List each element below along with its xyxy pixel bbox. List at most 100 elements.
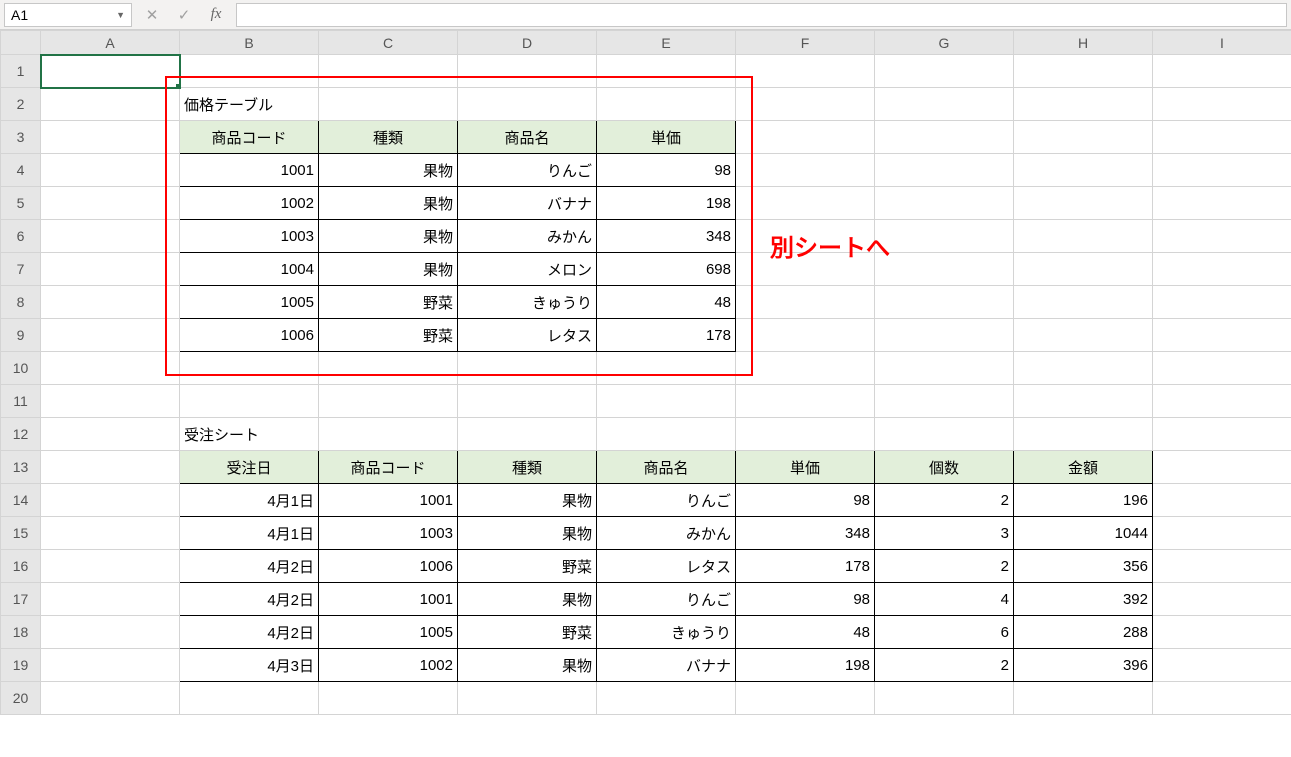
cell[interactable] <box>41 187 180 220</box>
column-header[interactable]: F <box>736 31 875 55</box>
cell[interactable]: 1006 <box>180 319 319 352</box>
cell[interactable]: 1003 <box>180 220 319 253</box>
cell[interactable] <box>458 682 597 715</box>
cell[interactable]: 348 <box>597 220 736 253</box>
cell[interactable]: 1001 <box>319 484 458 517</box>
row-header[interactable]: 17 <box>1 583 41 616</box>
cell[interactable] <box>458 55 597 88</box>
column-header[interactable]: G <box>875 31 1014 55</box>
cell[interactable] <box>736 385 875 418</box>
cell[interactable]: 果物 <box>458 484 597 517</box>
cell[interactable] <box>1014 682 1153 715</box>
cell[interactable] <box>597 55 736 88</box>
cell[interactable] <box>319 385 458 418</box>
cell[interactable] <box>1153 649 1291 682</box>
table1-header[interactable]: 商品コード <box>180 121 319 154</box>
cell[interactable]: 98 <box>736 484 875 517</box>
cell[interactable] <box>736 286 875 319</box>
cell[interactable]: 1004 <box>180 253 319 286</box>
cell[interactable]: レタス <box>458 319 597 352</box>
cell[interactable]: みかん <box>458 220 597 253</box>
cell[interactable] <box>597 385 736 418</box>
cell[interactable]: 98 <box>736 583 875 616</box>
cell[interactable] <box>41 385 180 418</box>
cell[interactable]: 2 <box>875 649 1014 682</box>
cell[interactable]: 1005 <box>319 616 458 649</box>
cell[interactable]: バナナ <box>458 187 597 220</box>
cell[interactable]: 1044 <box>1014 517 1153 550</box>
cell[interactable] <box>1153 286 1291 319</box>
cell[interactable] <box>41 319 180 352</box>
cell[interactable] <box>875 187 1014 220</box>
cell[interactable]: 392 <box>1014 583 1153 616</box>
cell[interactable] <box>1153 352 1291 385</box>
cell[interactable] <box>1014 286 1153 319</box>
cell[interactable]: 果物 <box>458 583 597 616</box>
cell[interactable] <box>41 286 180 319</box>
table2-title[interactable]: 受注シート <box>180 418 319 451</box>
row-header[interactable]: 1 <box>1 55 41 88</box>
cell[interactable]: 178 <box>597 319 736 352</box>
cell[interactable] <box>319 88 458 121</box>
cell[interactable] <box>41 121 180 154</box>
cell[interactable] <box>41 682 180 715</box>
cell[interactable]: 野菜 <box>319 319 458 352</box>
cell[interactable]: 野菜 <box>458 616 597 649</box>
cell[interactable] <box>736 319 875 352</box>
cell[interactable]: 198 <box>736 649 875 682</box>
cell[interactable]: 3 <box>875 517 1014 550</box>
row-header[interactable]: 6 <box>1 220 41 253</box>
cell[interactable] <box>41 550 180 583</box>
cell[interactable]: りんご <box>458 154 597 187</box>
cell[interactable]: 果物 <box>319 154 458 187</box>
cell[interactable]: 356 <box>1014 550 1153 583</box>
row-header[interactable]: 10 <box>1 352 41 385</box>
row-header[interactable]: 2 <box>1 88 41 121</box>
cell[interactable] <box>1014 187 1153 220</box>
cell[interactable] <box>41 253 180 286</box>
cell[interactable] <box>1014 352 1153 385</box>
table1-header[interactable]: 種類 <box>319 121 458 154</box>
table1-title[interactable]: 価格テーブル <box>180 88 319 121</box>
cell[interactable] <box>41 418 180 451</box>
cell[interactable] <box>1153 451 1291 484</box>
column-header[interactable]: C <box>319 31 458 55</box>
column-header[interactable]: H <box>1014 31 1153 55</box>
cell[interactable]: 4月1日 <box>180 484 319 517</box>
name-box-dropdown-icon[interactable]: ▼ <box>116 10 125 20</box>
cell[interactable] <box>597 418 736 451</box>
table1-header[interactable]: 商品名 <box>458 121 597 154</box>
cell[interactable]: 198 <box>597 187 736 220</box>
cell[interactable] <box>736 418 875 451</box>
cell[interactable] <box>458 385 597 418</box>
cell[interactable] <box>1014 385 1153 418</box>
table1-header[interactable]: 単価 <box>597 121 736 154</box>
cell[interactable] <box>736 154 875 187</box>
row-header[interactable]: 16 <box>1 550 41 583</box>
cell[interactable] <box>319 55 458 88</box>
cell[interactable] <box>1153 121 1291 154</box>
cell[interactable]: 野菜 <box>458 550 597 583</box>
cell[interactable]: りんご <box>597 583 736 616</box>
cell[interactable]: バナナ <box>597 649 736 682</box>
cell[interactable] <box>319 682 458 715</box>
cell[interactable] <box>875 319 1014 352</box>
cell[interactable] <box>1014 121 1153 154</box>
row-header[interactable]: 15 <box>1 517 41 550</box>
name-box[interactable]: A1 ▼ <box>4 3 132 27</box>
cell[interactable]: りんご <box>597 484 736 517</box>
cell[interactable]: 1002 <box>319 649 458 682</box>
cell[interactable] <box>736 121 875 154</box>
cell[interactable]: 98 <box>597 154 736 187</box>
table2-header[interactable]: 商品名 <box>597 451 736 484</box>
row-header[interactable]: 18 <box>1 616 41 649</box>
row-header[interactable]: 13 <box>1 451 41 484</box>
fx-icon[interactable]: fx <box>204 6 228 23</box>
cell[interactable] <box>41 517 180 550</box>
cell[interactable] <box>458 352 597 385</box>
cell[interactable]: 1002 <box>180 187 319 220</box>
cell[interactable]: 4月3日 <box>180 649 319 682</box>
row-header[interactable]: 9 <box>1 319 41 352</box>
cell[interactable]: 196 <box>1014 484 1153 517</box>
cell[interactable] <box>875 55 1014 88</box>
